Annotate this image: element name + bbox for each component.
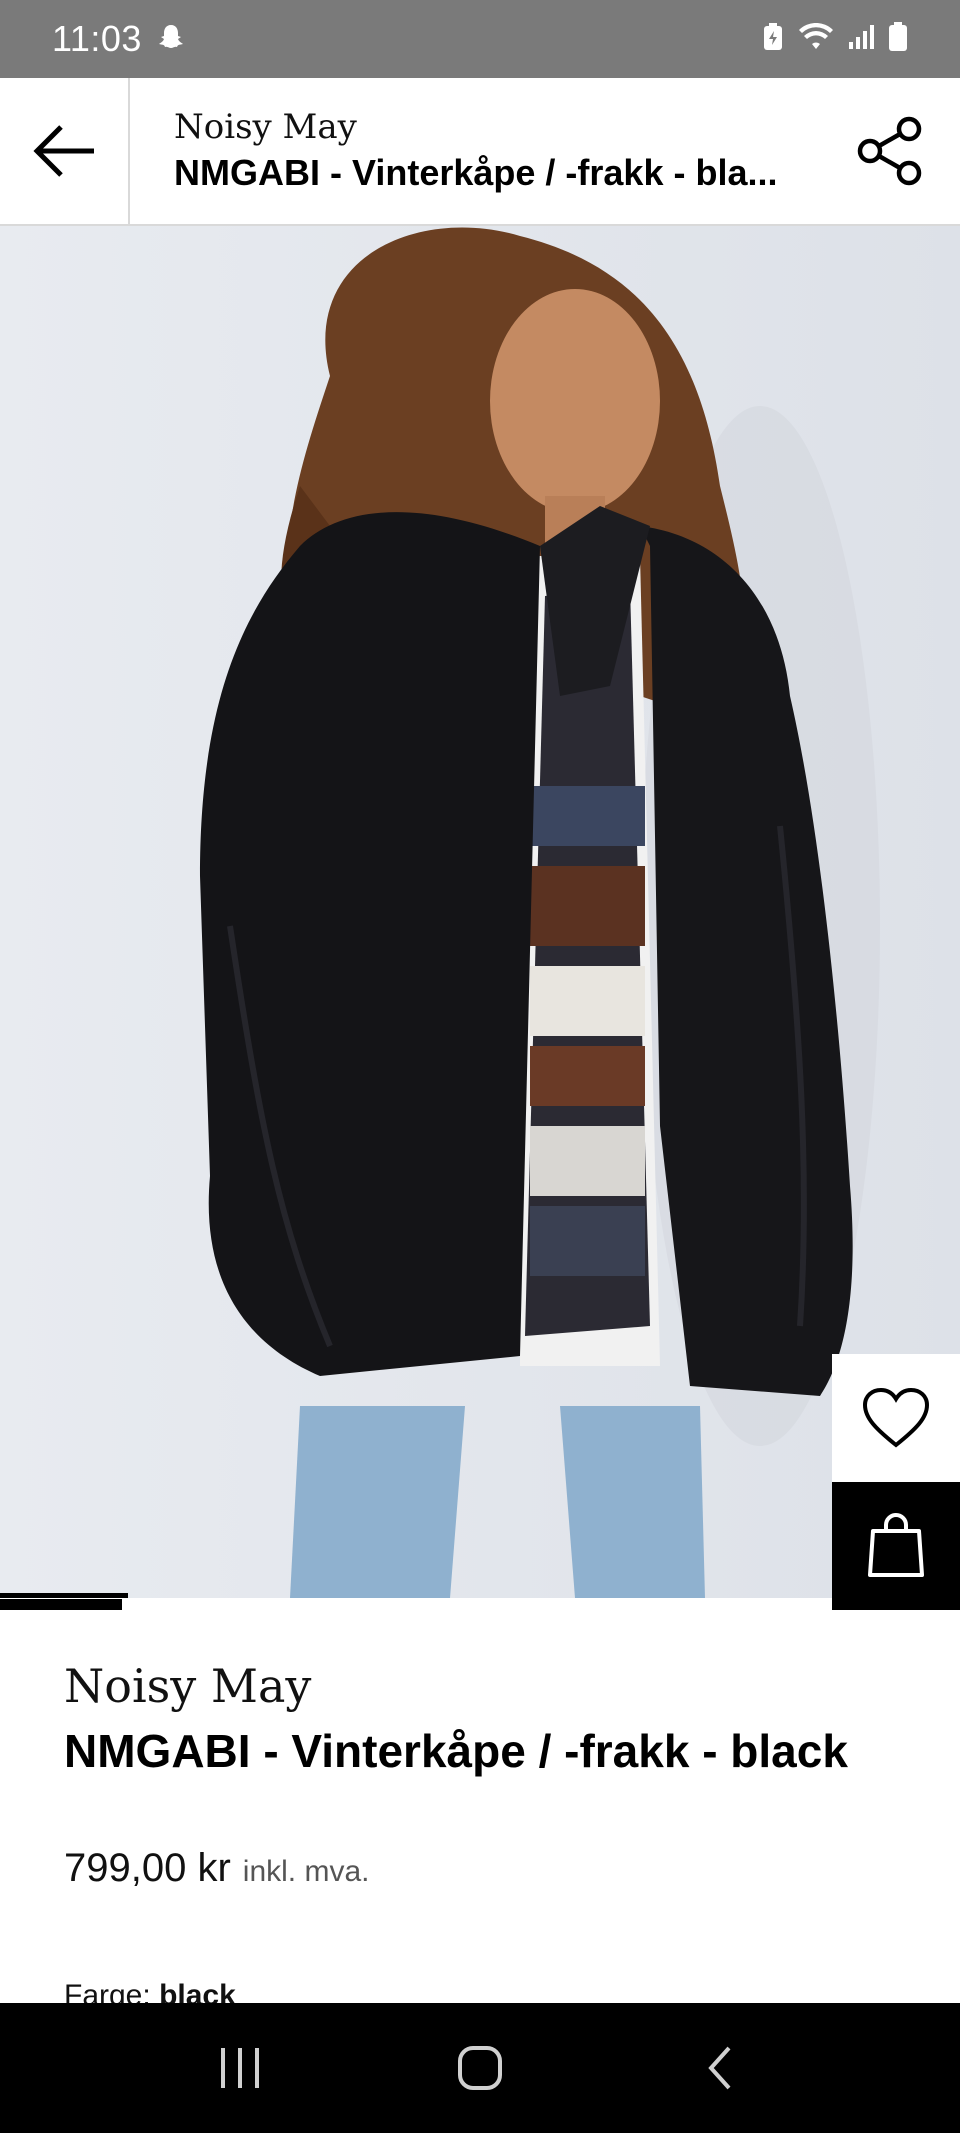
status-bar: 11:03 <box>0 0 960 78</box>
wifi-icon <box>798 22 834 56</box>
product-page: 11:03 Noisy May NMGABI - Vinterkåpe / -f… <box>0 0 960 2133</box>
product-price: 799,00 kr <box>64 1846 231 1890</box>
wishlist-button[interactable] <box>832 1354 960 1482</box>
shopping-bag-icon <box>868 1513 924 1577</box>
back-button[interactable] <box>0 78 130 224</box>
product-info: Noisy May NMGABI - Vinterkåpe / -frakk -… <box>64 1656 924 2013</box>
home-icon <box>458 2046 502 2090</box>
share-icon <box>857 116 922 186</box>
system-nav-bar <box>0 2003 960 2133</box>
ai-style-button[interactable] <box>0 1593 128 1598</box>
price-row: 799,00 kr inkl. mva. <box>64 1846 924 1891</box>
share-button[interactable] <box>830 78 950 224</box>
product-brand[interactable]: Noisy May <box>64 1656 924 1716</box>
battery-saver-icon <box>762 22 784 56</box>
add-to-cart-button[interactable] <box>832 1482 960 1610</box>
signal-icon <box>848 24 874 55</box>
header-titles: Noisy May NMGABI - Vinterkåpe / -frakk -… <box>130 105 830 197</box>
recents-icon <box>221 2048 259 2088</box>
product-name: NMGABI - Vinterkåpe / -frakk - black <box>64 1725 848 1777</box>
home-button[interactable] <box>420 2018 540 2118</box>
arrow-left-icon <box>33 125 94 177</box>
product-photo <box>0 226 960 1598</box>
status-right <box>762 21 908 57</box>
snapchat-icon <box>156 22 186 57</box>
header-product-name: NMGABI - Vinterkåpe / -frakk - bla... <box>174 152 778 193</box>
heart-icon <box>862 1387 930 1448</box>
status-left: 11:03 <box>52 18 186 60</box>
back-chevron-icon <box>708 2046 731 2090</box>
status-time: 11:03 <box>52 18 142 59</box>
carousel-progress-indicator <box>0 1599 122 1610</box>
product-image-gallery[interactable] <box>0 226 960 1598</box>
product-header: Noisy May NMGABI - Vinterkåpe / -frakk -… <box>0 78 960 226</box>
header-brand: Noisy May <box>174 107 357 147</box>
battery-icon <box>888 21 908 57</box>
system-back-button[interactable] <box>660 2018 780 2118</box>
recents-button[interactable] <box>180 2018 300 2118</box>
vat-note: inkl. mva. <box>242 1855 370 1888</box>
